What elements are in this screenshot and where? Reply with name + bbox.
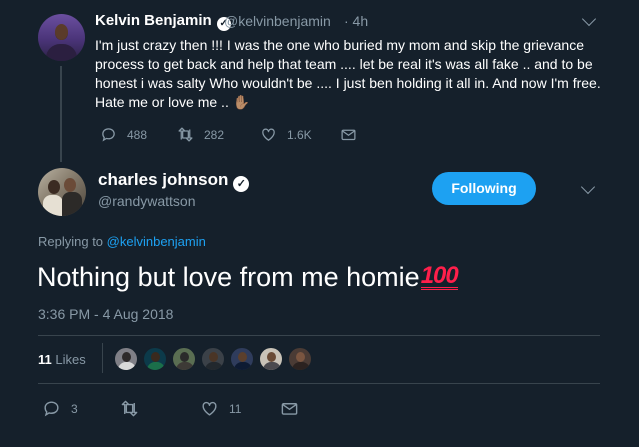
avatar-person-1-body	[43, 195, 63, 216]
replying-to: Replying to @kelvinbenjamin	[38, 234, 206, 249]
avatar-shoulders	[46, 44, 77, 61]
reply-button[interactable]: 3	[42, 399, 78, 418]
heart-icon	[202, 401, 217, 416]
liker-avatar-face	[209, 352, 218, 362]
chevron-down-icon[interactable]	[581, 11, 597, 27]
retweet-icon	[121, 400, 138, 417]
tweet-text: I'm just crazy then !!! I was the one wh…	[95, 36, 607, 112]
avatar-face	[55, 24, 68, 40]
liker-avatar[interactable]	[201, 347, 225, 371]
tweet-text-body: I'm just crazy then !!! I was the one wh…	[95, 37, 601, 110]
liker-avatar[interactable]	[172, 347, 196, 371]
divider	[38, 383, 600, 384]
replying-to-label: Replying to	[38, 234, 107, 249]
author-name[interactable]: Kelvin Benjamin ✓	[95, 12, 231, 31]
avatar-person-1-head	[48, 180, 60, 194]
tweet-text-body: Nothing but love from me homie	[37, 262, 420, 292]
liker-avatar[interactable]	[230, 347, 254, 371]
reply-count: 488	[127, 127, 148, 142]
avatar[interactable]	[38, 14, 85, 61]
reply-icon	[44, 401, 59, 417]
liker-avatar-body	[263, 362, 281, 370]
liker-avatar-face	[151, 352, 160, 362]
author-handle[interactable]: @randywattson	[98, 193, 195, 209]
verified-badge-icon: ✓	[233, 176, 250, 192]
reply-button[interactable]: 488	[100, 126, 147, 143]
message-button[interactable]	[340, 126, 367, 143]
like-count: 1.6K	[287, 127, 312, 142]
liker-avatar-body	[292, 362, 310, 370]
author-name-text[interactable]: charles johnson	[98, 170, 228, 189]
liker-avatar-face	[122, 352, 131, 362]
hundred-points-emoji: 100	[420, 262, 459, 290]
like-button[interactable]: 1.6K	[260, 126, 312, 143]
likes-stat-number: 11	[38, 352, 52, 367]
tweet-timestamp[interactable]: 3:36 PM - 4 Aug 2018	[38, 306, 173, 322]
stat-separator	[102, 343, 103, 373]
likes-stat-label: Likes	[55, 352, 86, 367]
liker-avatar-face	[296, 352, 305, 362]
liker-avatar-face	[267, 352, 276, 362]
avatar-person-2-head	[64, 178, 76, 192]
liker-avatar-body	[118, 362, 136, 370]
divider	[38, 335, 600, 336]
liker-avatars	[114, 347, 317, 371]
message-button[interactable]	[280, 399, 309, 418]
liker-avatar-body	[234, 362, 252, 370]
liker-avatar[interactable]	[288, 347, 312, 371]
liker-avatar-face	[238, 352, 247, 362]
retweet-button[interactable]	[120, 399, 149, 418]
following-button[interactable]: Following	[432, 172, 536, 205]
like-button[interactable]: 11	[200, 399, 241, 418]
tweet-text: Nothing but love from me homie100	[37, 260, 459, 294]
author-name[interactable]: charles johnson ✓	[98, 170, 250, 192]
author-handle[interactable]: @kelvinbenjamin	[224, 13, 331, 29]
raised-hand-emoji: ✋🏽	[232, 94, 251, 110]
replying-to-link[interactable]: @kelvinbenjamin	[107, 234, 206, 249]
liker-avatar[interactable]	[143, 347, 167, 371]
reply-icon	[102, 128, 115, 142]
retweet-button[interactable]: 282	[177, 126, 224, 143]
retweet-count: 282	[204, 127, 225, 142]
liker-avatar-body	[147, 362, 165, 370]
reply-count: 3	[71, 401, 78, 416]
like-count: 11	[229, 401, 242, 416]
liker-avatar[interactable]	[259, 347, 283, 371]
liker-avatar-body	[205, 362, 223, 370]
thread-line	[60, 66, 62, 162]
liker-avatar-face	[180, 352, 189, 362]
liker-avatar-body	[176, 362, 194, 370]
author-name-text[interactable]: Kelvin Benjamin	[95, 12, 212, 29]
avatar[interactable]	[38, 168, 86, 216]
avatar-person-2-body	[62, 192, 82, 216]
liker-avatar[interactable]	[114, 347, 138, 371]
envelope-icon	[281, 403, 298, 415]
heart-icon	[262, 128, 275, 141]
chevron-down-icon[interactable]	[580, 179, 596, 195]
tweet-time[interactable]: · 4h	[344, 13, 368, 29]
likes-stat[interactable]: 11 Likes	[38, 352, 86, 367]
retweet-icon	[178, 127, 193, 142]
envelope-icon	[341, 129, 356, 141]
